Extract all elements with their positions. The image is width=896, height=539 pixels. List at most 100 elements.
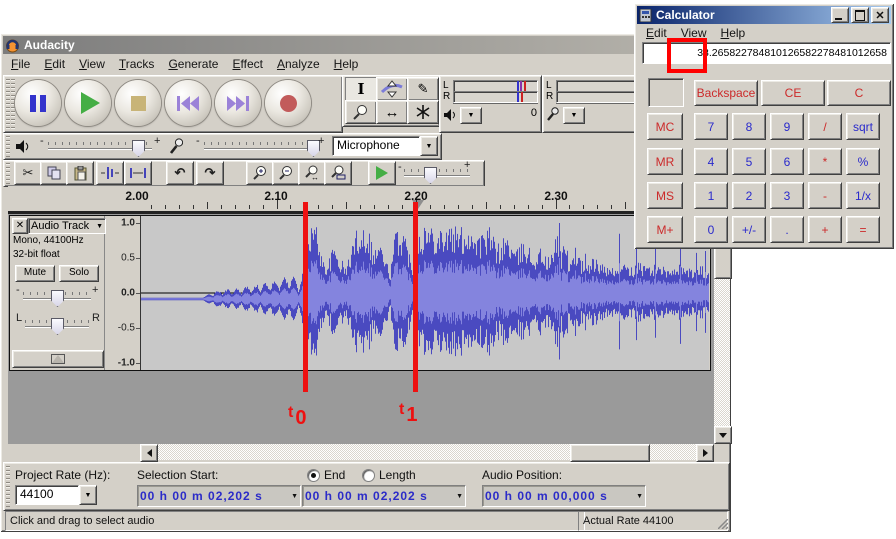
input-source-value[interactable]: Microphone [332,136,420,156]
menu-generate[interactable]: Generate [161,55,225,73]
end-radio[interactable] [307,469,320,482]
horizontal-scroll-thumb[interactable] [570,444,650,462]
key-8[interactable]: 8 [732,113,766,140]
timeline-ruler[interactable]: 2.002.102.202.30 [8,186,714,212]
key-reciprocal[interactable]: 1/x [846,182,880,209]
scroll-down-button[interactable] [714,426,732,444]
cut-button[interactable]: ✂ [14,161,42,185]
solo-button[interactable]: Solo [59,265,99,282]
copy-button[interactable] [40,161,68,185]
clear-button[interactable]: C [827,80,891,106]
mute-button[interactable]: Mute [15,265,55,282]
output-volume-slider[interactable] [132,140,145,157]
key-sign[interactable]: +/- [732,216,766,243]
key-percent[interactable]: % [846,148,880,175]
selection-end-field[interactable]: 00 h 00 m 02,202 s ▼ [302,485,466,507]
menu-help[interactable]: Help [327,55,366,73]
key-9[interactable]: 9 [770,113,804,140]
minimize-button[interactable] [831,7,849,23]
key-sqrt[interactable]: sqrt [846,113,880,140]
output-meter-r-bar[interactable] [453,91,538,103]
combo-dropdown-icon[interactable]: ▼ [420,136,438,156]
key-subtract[interactable]: - [808,182,842,209]
audacity-titlebar[interactable]: Audacity [3,36,728,54]
input-source-combo[interactable]: Microphone ▼ [332,136,438,156]
menu-analyze[interactable]: Analyze [270,55,327,73]
menu-file[interactable]: File [4,55,37,73]
key-add[interactable]: + [808,216,842,243]
key-6[interactable]: 6 [770,148,804,175]
time-shift-tool-button[interactable]: ↔ [376,100,408,124]
dropdown-icon[interactable]: ▼ [636,493,643,500]
length-radio-label[interactable]: Length [379,468,416,482]
play-button[interactable] [65,80,111,126]
selection-end-value[interactable]: 00 h 00 m 02,202 s [305,489,428,503]
dropdown-icon[interactable]: ▼ [456,493,463,500]
toolbar-gripper[interactable] [6,163,10,184]
menu-effect[interactable]: Effect [225,55,269,73]
key-equals[interactable]: = [846,216,880,243]
undo-button[interactable]: ↶ [166,161,194,185]
dropdown-icon[interactable]: ▼ [291,493,298,500]
output-meter-dropdown[interactable]: ▼ [460,107,482,124]
selection-start-field[interactable]: 00 h 00 m 02,202 s ▼ [137,485,301,507]
skip-to-end-button[interactable] [215,80,261,126]
audio-position-value[interactable]: 00 h 00 m 00,000 s [485,489,608,503]
memory-add-button[interactable]: M+ [647,216,683,243]
menu-view[interactable]: View [72,55,112,73]
key-divide[interactable]: / [808,113,842,140]
zoom-in-button[interactable] [246,161,274,185]
key-5[interactable]: 5 [732,148,766,175]
length-radio[interactable] [362,469,375,482]
toolbar-gripper[interactable] [6,79,10,129]
audio-position-field[interactable]: 00 h 00 m 00,000 s ▼ [482,485,646,507]
resize-grip[interactable] [718,519,728,529]
project-rate-combo[interactable]: 44100 ▼ [15,485,97,505]
key-1[interactable]: 1 [694,182,728,209]
fit-selection-button[interactable]: ↔ [298,161,326,185]
horizontal-scrollbar[interactable] [140,444,714,460]
selection-start-value[interactable]: 00 h 00 m 02,202 s [140,489,263,503]
close-button[interactable]: ✕ [871,7,889,23]
zoom-out-button[interactable] [272,161,300,185]
toolbar-gripper[interactable] [6,136,10,157]
calc-menu-help[interactable]: Help [714,24,753,42]
input-meter-dropdown[interactable]: ▼ [563,107,585,124]
maximize-button[interactable] [851,7,869,23]
key-3[interactable]: 3 [770,182,804,209]
track-close-button[interactable]: ✕ [12,218,28,234]
input-meter-r-bar[interactable] [556,91,641,103]
key-2[interactable]: 2 [732,182,766,209]
fit-project-button[interactable] [324,161,352,185]
multi-tool-button[interactable] [407,100,439,124]
scroll-right-button[interactable] [696,444,714,462]
play-at-speed-button[interactable] [368,161,396,185]
memory-recall-button[interactable]: MR [647,148,683,175]
envelope-tool-button[interactable] [376,77,408,101]
paste-button[interactable] [66,161,94,185]
zoom-tool-button[interactable] [345,100,377,124]
memory-store-button[interactable]: MS [647,182,683,209]
track-title-menu[interactable]: Audio Track ▼ [28,218,106,234]
calculator-titlebar[interactable]: Calculator ✕ [637,6,891,24]
gain-slider[interactable] [51,290,64,307]
waveform-area[interactable] [141,216,709,370]
selection-tool-button[interactable]: I [345,77,377,101]
pan-slider[interactable] [51,318,64,335]
record-button[interactable] [265,80,311,126]
key-7[interactable]: 7 [694,113,728,140]
key-multiply[interactable]: * [808,148,842,175]
scroll-left-button[interactable] [140,444,158,462]
toolbar-gripper[interactable] [6,466,10,507]
key-decimal[interactable]: . [770,216,804,243]
menu-tracks[interactable]: Tracks [112,55,162,73]
menu-edit[interactable]: Edit [37,55,72,73]
redo-button[interactable]: ↷ [196,161,224,185]
end-radio-label[interactable]: End [324,468,345,482]
skip-to-start-button[interactable] [165,80,211,126]
draw-tool-button[interactable]: ✎ [407,77,439,101]
memory-clear-button[interactable]: MC [647,113,683,140]
clear-entry-button[interactable]: CE [761,80,825,106]
backspace-button[interactable]: Backspace [694,80,758,106]
project-rate-value[interactable]: 44100 [15,485,79,505]
